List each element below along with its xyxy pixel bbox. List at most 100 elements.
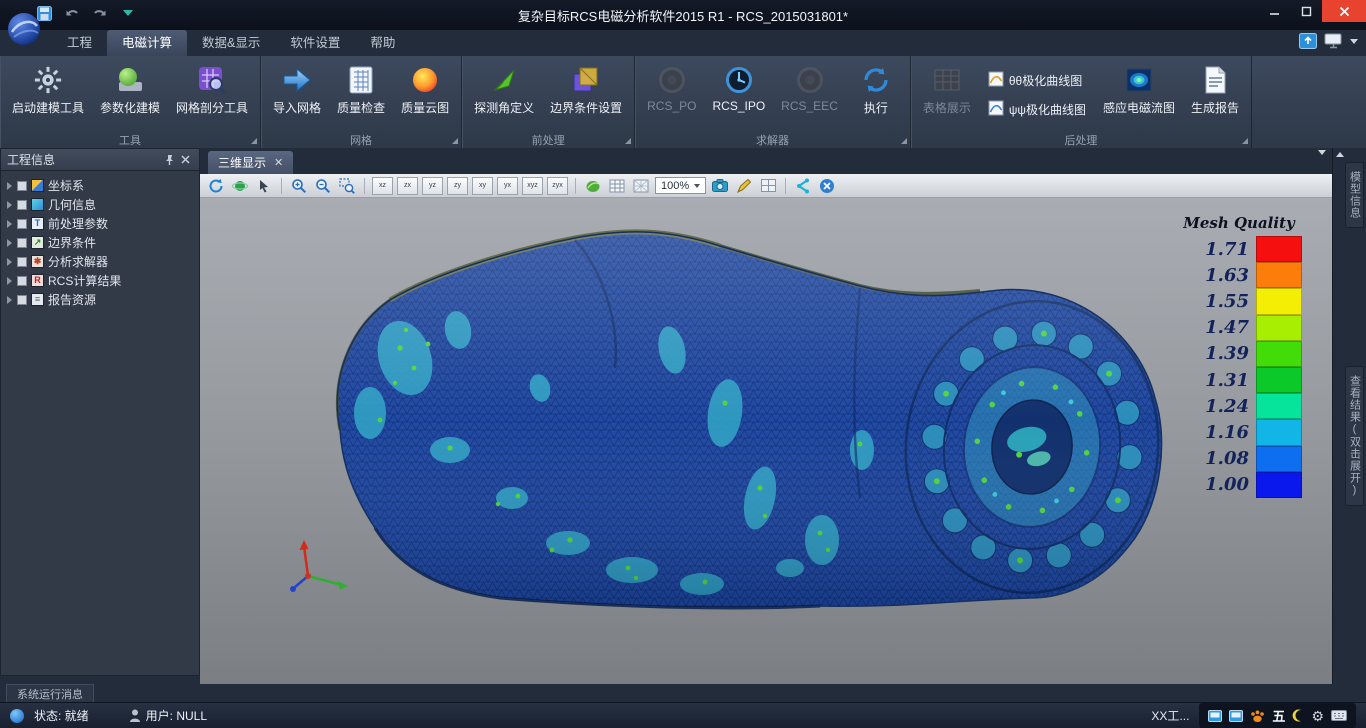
caret-icon[interactable] bbox=[7, 239, 12, 247]
rcs-ipo-solver-button[interactable]: RCS_IPO bbox=[705, 59, 772, 131]
tab-software-settings[interactable]: 软件设置 bbox=[275, 30, 355, 56]
mesh-model[interactable] bbox=[200, 198, 1332, 684]
customize-quick-access-icon[interactable] bbox=[118, 3, 138, 23]
dialog-launcher-icon[interactable] bbox=[1242, 138, 1248, 144]
generate-report-button[interactable]: 生成报告 bbox=[1184, 59, 1246, 131]
tab-electromagnetic-calc[interactable]: 电磁计算 bbox=[107, 30, 187, 56]
tree-item-preprocess-params[interactable]: 前处理参数 bbox=[3, 214, 197, 233]
window-icon[interactable] bbox=[1229, 710, 1243, 722]
view-iso-back-button[interactable]: zyx bbox=[547, 177, 568, 195]
checkbox[interactable] bbox=[17, 276, 27, 286]
psi-polarization-curve-button[interactable]: ψψ极化曲线图 bbox=[984, 98, 1090, 121]
chevron-down-icon[interactable] bbox=[1350, 39, 1358, 44]
checkbox[interactable] bbox=[17, 181, 27, 191]
view-zx-button[interactable]: zx bbox=[397, 177, 418, 195]
gear-icon[interactable]: ⚙ bbox=[1311, 709, 1324, 723]
ime-mode-label[interactable]: 五 bbox=[1272, 706, 1285, 725]
quality-cloud-map-button[interactable]: 质量云图 bbox=[394, 59, 456, 131]
zoom-window-icon[interactable] bbox=[337, 176, 357, 196]
rotate-view-icon[interactable] bbox=[206, 176, 226, 196]
induction-current-map-button[interactable]: 感应电磁流图 bbox=[1096, 59, 1182, 131]
scroll-up-icon[interactable] bbox=[1336, 152, 1344, 157]
tree-item-boundary-conditions[interactable]: 边界条件 bbox=[3, 233, 197, 252]
model-info-collapsed-tab[interactable]: 模型信息 bbox=[1345, 162, 1364, 228]
minimize-button[interactable] bbox=[1258, 0, 1290, 22]
table-display-button[interactable]: 表格展示 bbox=[916, 59, 978, 131]
layout-windows-icon[interactable] bbox=[758, 176, 778, 196]
close-panel-icon[interactable] bbox=[177, 152, 193, 168]
dialog-launcher-icon[interactable] bbox=[901, 138, 907, 144]
tree-item-geometry-info[interactable]: 几何信息 bbox=[3, 195, 197, 214]
view-yx-button[interactable]: yx bbox=[497, 177, 518, 195]
wireframe-grid-icon[interactable] bbox=[607, 176, 627, 196]
rcs-eec-solver-button[interactable]: RCS_EEC bbox=[774, 59, 845, 131]
checkbox[interactable] bbox=[17, 238, 27, 248]
tab-3d-display[interactable]: 三维显示 ✕ bbox=[208, 151, 293, 174]
caret-icon[interactable] bbox=[7, 277, 12, 285]
tab-data-display[interactable]: 数据&显示 bbox=[187, 30, 275, 56]
tree-item-analysis-solver[interactable]: 分析求解器 bbox=[3, 252, 197, 271]
zoom-level-select[interactable]: 100% bbox=[655, 177, 706, 194]
caret-icon[interactable] bbox=[7, 182, 12, 190]
view-results-collapsed-tab[interactable]: 查看结果(双击展开) bbox=[1345, 366, 1364, 506]
probe-angle-define-button[interactable]: 探测角定义 bbox=[467, 59, 541, 131]
checkbox[interactable] bbox=[17, 200, 27, 210]
quality-check-button[interactable]: 质量检查 bbox=[330, 59, 392, 131]
zoom-out-icon[interactable] bbox=[313, 176, 333, 196]
parametric-modeling-button[interactable]: 参数化建模 bbox=[93, 59, 167, 131]
tree-item-report-resources[interactable]: 报告资源 bbox=[3, 290, 197, 309]
launch-modeling-tool-button[interactable]: 启动建模工具 bbox=[5, 59, 91, 131]
annotate-pen-icon[interactable] bbox=[734, 176, 754, 196]
view-yz-button[interactable]: yz bbox=[422, 177, 443, 195]
checkbox[interactable] bbox=[17, 295, 27, 305]
shaded-view-icon[interactable] bbox=[583, 176, 603, 196]
tree-item-rcs-results[interactable]: RCS计算结果 bbox=[3, 271, 197, 290]
redo-icon[interactable] bbox=[90, 3, 110, 23]
close-view-icon[interactable] bbox=[817, 176, 837, 196]
checkbox[interactable] bbox=[17, 257, 27, 267]
caret-icon[interactable] bbox=[7, 201, 12, 209]
mesh-display-icon[interactable] bbox=[631, 176, 651, 196]
orbit-icon[interactable] bbox=[230, 176, 250, 196]
tab-list-dropdown-icon[interactable] bbox=[1318, 155, 1326, 169]
checkbox[interactable] bbox=[17, 219, 27, 229]
dialog-launcher-icon[interactable] bbox=[625, 138, 631, 144]
view-iso-button[interactable]: xyz bbox=[522, 177, 543, 195]
panel-toggle-icon[interactable] bbox=[1299, 33, 1317, 49]
close-button[interactable] bbox=[1322, 0, 1366, 22]
dialog-launcher-icon[interactable] bbox=[452, 138, 458, 144]
tab-project[interactable]: 工程 bbox=[52, 30, 107, 56]
caret-icon[interactable] bbox=[7, 220, 12, 228]
mesh-partition-tool-button[interactable]: 网格剖分工具 bbox=[169, 59, 255, 131]
maximize-button[interactable] bbox=[1290, 0, 1322, 22]
close-tab-icon[interactable]: ✕ bbox=[274, 156, 283, 169]
theta-polarization-curve-button[interactable]: θθ极化曲线图 bbox=[984, 69, 1090, 92]
undo-icon[interactable] bbox=[62, 3, 82, 23]
caret-icon[interactable] bbox=[7, 296, 12, 304]
select-pointer-icon[interactable] bbox=[254, 176, 274, 196]
moon-icon[interactable] bbox=[1292, 709, 1304, 722]
boundary-condition-settings-button[interactable]: 边界条件设置 bbox=[543, 59, 629, 131]
import-mesh-button[interactable]: 导入网格 bbox=[266, 59, 328, 131]
dialog-launcher-icon[interactable] bbox=[251, 138, 257, 144]
pin-icon[interactable] bbox=[161, 152, 177, 168]
display-settings-icon[interactable] bbox=[1324, 33, 1343, 49]
system-messages-tab[interactable]: 系统运行消息 bbox=[6, 684, 94, 702]
tab-help[interactable]: 帮助 bbox=[355, 30, 410, 56]
tree-item-coordinate-system[interactable]: 坐标系 bbox=[3, 176, 197, 195]
rcs-po-solver-button[interactable]: RCS_PO bbox=[640, 59, 703, 131]
camera-snapshot-icon[interactable] bbox=[710, 176, 730, 196]
execute-button[interactable]: 执行 bbox=[847, 59, 905, 131]
view-xy-button[interactable]: xy bbox=[472, 177, 493, 195]
app-logo-icon[interactable] bbox=[6, 11, 42, 47]
viewport-3d[interactable]: Mesh Quality 1.71 1.63 1.55 1.47 1.39 1.… bbox=[200, 198, 1332, 684]
flow-share-icon[interactable] bbox=[793, 176, 813, 196]
zoom-in-icon[interactable] bbox=[289, 176, 309, 196]
paw-icon[interactable] bbox=[1250, 709, 1265, 723]
window-icon[interactable] bbox=[1208, 710, 1222, 722]
view-zy-button[interactable]: zy bbox=[447, 177, 468, 195]
view-xz-button[interactable]: xz bbox=[372, 177, 393, 195]
caret-icon[interactable] bbox=[7, 258, 12, 266]
keyboard-icon[interactable] bbox=[1331, 710, 1347, 721]
legend-swatch bbox=[1256, 262, 1302, 288]
